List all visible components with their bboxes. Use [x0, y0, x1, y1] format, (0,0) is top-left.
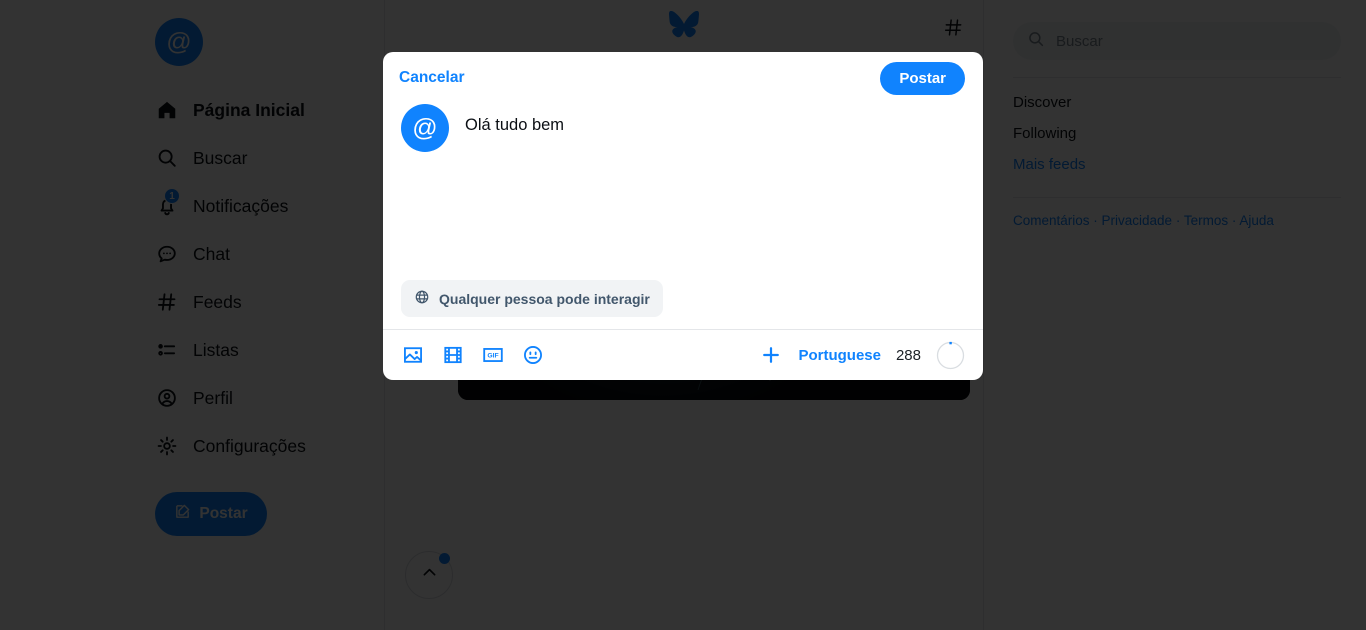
compose-toolbar: GIF Portuguese 288 — [383, 329, 983, 380]
character-progress-ring — [936, 341, 965, 370]
interaction-settings-row: Qualquer pessoa pode interagir — [383, 280, 983, 329]
interaction-settings-button[interactable]: Qualquer pessoa pode interagir — [401, 280, 663, 317]
language-button[interactable]: Portuguese — [798, 347, 881, 364]
cancel-button[interactable]: Cancelar — [399, 69, 464, 87]
post-text-input[interactable]: Olá tudo bem — [465, 104, 965, 280]
plus-icon[interactable] — [759, 343, 783, 367]
interaction-settings-label: Qualquer pessoa pode interagir — [439, 290, 650, 307]
compose-row: @ Olá tudo bem — [383, 104, 983, 280]
at-sign-avatar-icon: @ — [412, 113, 438, 142]
composer-avatar[interactable]: @ — [401, 104, 449, 152]
compose-modal-header: Cancelar Postar — [383, 52, 983, 104]
post-button[interactable]: Postar — [880, 61, 965, 95]
emoji-smiley-icon[interactable] — [521, 343, 545, 367]
gif-icon[interactable]: GIF — [481, 343, 505, 367]
compose-toolbar-icons: GIF — [401, 343, 545, 367]
video-film-icon[interactable] — [441, 343, 465, 367]
compose-toolbar-right: Portuguese 288 — [759, 341, 965, 370]
compose-post-modal: Cancelar Postar @ Olá tudo bem Qualquer … — [383, 52, 983, 380]
app-root: @ Página Inicial Buscar — [0, 0, 1366, 630]
image-icon[interactable] — [401, 343, 425, 367]
globe-icon — [414, 289, 430, 308]
character-count: 288 — [895, 346, 921, 364]
svg-text:GIF: GIF — [487, 352, 498, 359]
